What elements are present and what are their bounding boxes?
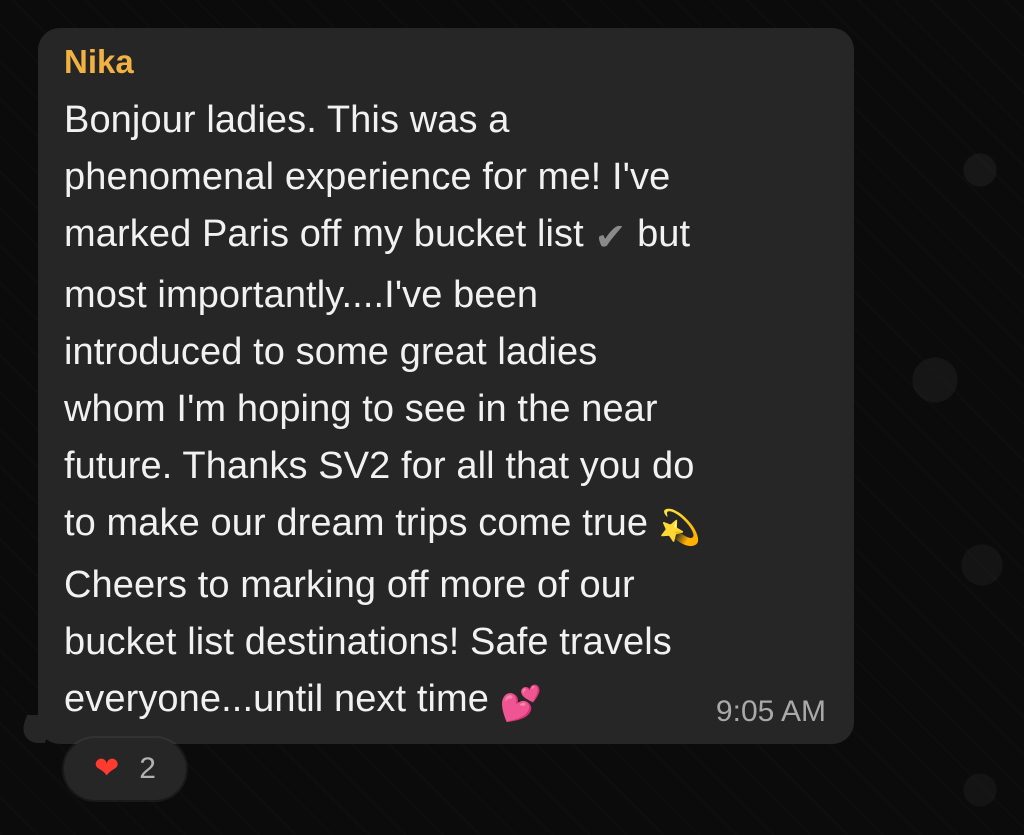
message-time: 9:05 AM <box>715 695 826 728</box>
message-line-9: Cheers to marking off more of our <box>64 564 635 606</box>
checkmark-icon: ✔ <box>594 217 627 259</box>
message-line-11-text: everyone...until next time <box>64 678 500 720</box>
message-line-10: bucket list destinations! Safe travels <box>64 621 672 663</box>
message-line-2: phenomenal experience for me! I've <box>64 156 671 198</box>
message-line-6: whom I'm hoping to see in the near <box>64 388 658 430</box>
message-bubble: Nika Bonjour ladies. This was a phenomen… <box>38 28 854 744</box>
message-line-3: marked Paris off my bucket list ✔ but <box>64 206 830 267</box>
message-line-7: future. Thanks SV2 for all that you do <box>64 445 695 487</box>
pink-hearts-icon: 💕 <box>499 685 543 723</box>
message-text: Bonjour ladies. This was a phenomenal ex… <box>64 92 830 733</box>
reaction-count: 2 <box>139 752 156 785</box>
reaction-chip[interactable]: ❤ 2 <box>64 738 186 800</box>
red-heart-icon: ❤ <box>94 752 120 785</box>
message-line-3-suffix: but <box>626 213 691 255</box>
message-line-4: most importantly....I've been <box>64 274 539 316</box>
message-line-3-text: marked Paris off my bucket list <box>64 213 595 255</box>
message-line-5: introduced to some great ladies <box>64 331 598 373</box>
sender-name: Nika <box>64 43 134 80</box>
dizzy-sparkle-icon: 💫 <box>658 509 702 547</box>
message-line-8-text: to make our dream trips come true <box>64 502 659 544</box>
message-line-8: to make our dream trips come true 💫 <box>64 495 830 557</box>
message-line-1: Bonjour ladies. This was a <box>64 99 510 141</box>
